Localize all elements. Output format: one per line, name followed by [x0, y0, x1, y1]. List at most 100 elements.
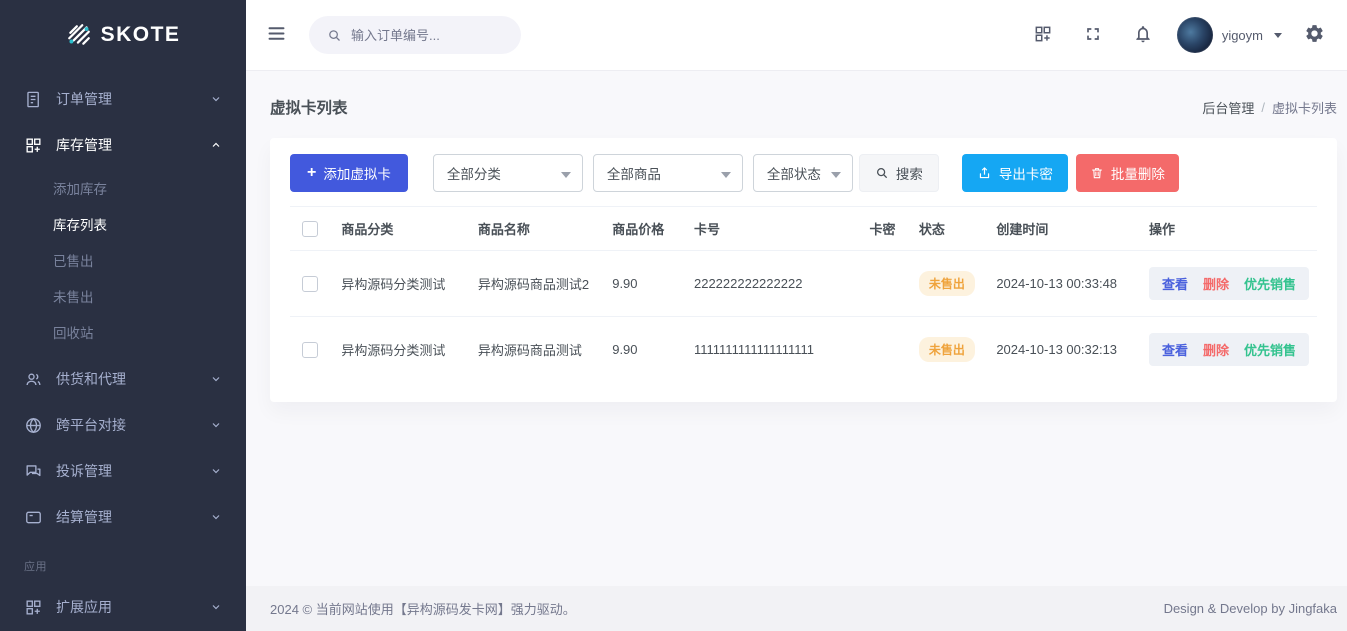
filter-category-value: 全部分类 — [447, 163, 501, 183]
row-actions: 查看 删除 优先销售 — [1149, 333, 1309, 366]
filter-category-select[interactable]: 全部分类 — [433, 154, 583, 192]
sidebar: SKOTE 订单管理 库存管理 — [0, 0, 246, 631]
main-content: 虚拟卡列表 后台管理 / 虚拟卡列表 + 添加虚拟卡 全部分类 全部商品 — [246, 70, 1347, 586]
sidebar-item-orders[interactable]: 订单管理 — [0, 76, 246, 122]
bulk-delete-button[interactable]: 批量删除 — [1076, 154, 1179, 192]
notifications-button[interactable] — [1125, 16, 1161, 55]
row-select-checkbox[interactable] — [302, 342, 318, 358]
view-link[interactable]: 查看 — [1162, 340, 1188, 359]
footer: 2024 © 当前网站使用【异构源码发卡网】强力驱动。 Design & Dev… — [246, 586, 1347, 631]
add-virtual-card-button[interactable]: + 添加虚拟卡 — [290, 154, 408, 192]
col-header-status: 状态 — [911, 207, 989, 251]
status-badge: 未售出 — [919, 271, 975, 296]
grid-plus-icon — [24, 598, 43, 617]
filter-status-value: 全部状态 — [767, 163, 821, 183]
brand-logo-icon — [66, 22, 92, 48]
page-title: 虚拟卡列表 — [270, 96, 348, 118]
filter-status-select[interactable]: 全部状态 — [753, 154, 853, 192]
export-card-keys-button[interactable]: 导出卡密 — [962, 154, 1068, 192]
search-input[interactable] — [351, 28, 503, 43]
chevron-down-icon — [210, 93, 222, 105]
cell-price: 9.90 — [604, 317, 686, 383]
delete-link[interactable]: 删除 — [1203, 340, 1229, 359]
priority-sale-link[interactable]: 优先销售 — [1244, 340, 1296, 359]
search-icon — [327, 28, 342, 43]
user-menu[interactable]: yigoym — [1177, 17, 1282, 53]
cell-card-no: 1111111111111111111 — [686, 317, 861, 383]
cell-product: 异构源码商品测试 — [470, 317, 604, 383]
hamburger-icon — [266, 23, 287, 47]
cell-card-secret — [861, 251, 910, 317]
brand-logo-text: SKOTE — [101, 23, 181, 47]
sidebar-item-settlement[interactable]: 结算管理 — [0, 494, 246, 540]
sidebar-subitem-sold[interactable]: 已售出 — [0, 242, 246, 278]
user-name: yigoym — [1222, 28, 1263, 43]
cell-card-secret — [861, 317, 910, 383]
export-button-label: 导出卡密 — [999, 163, 1053, 183]
settings-button[interactable] — [1296, 15, 1333, 55]
grid-plus-icon — [24, 136, 43, 155]
chevron-down-icon — [210, 601, 222, 613]
sidebar-section-label: 应用 — [0, 540, 246, 584]
sidebar-subitem-stock-list[interactable]: 库存列表 — [0, 206, 246, 242]
menu-toggle-button[interactable] — [258, 15, 295, 55]
chat-icon — [24, 462, 43, 481]
priority-sale-link[interactable]: 优先销售 — [1244, 274, 1296, 293]
cell-created-at: 2024-10-13 00:33:48 — [988, 251, 1141, 317]
breadcrumb-parent[interactable]: 后台管理 — [1202, 98, 1254, 117]
app-root: SKOTE 订单管理 库存管理 — [0, 0, 1347, 631]
row-select-checkbox[interactable] — [302, 276, 318, 292]
chevron-down-icon — [210, 373, 222, 385]
table-row: 异构源码分类测试 异构源码商品测试2 9.90 222222222222222 … — [290, 251, 1317, 317]
sidebar-item-label: 投诉管理 — [56, 461, 197, 481]
search-icon — [875, 166, 889, 180]
plus-icon: + — [307, 165, 316, 181]
sidebar-submenu-stock: 添加库存 库存列表 已售出 未售出 回收站 — [0, 168, 246, 356]
delete-link[interactable]: 删除 — [1203, 274, 1229, 293]
sidebar-item-cross-platform[interactable]: 跨平台对接 — [0, 402, 246, 448]
caret-down-icon — [831, 172, 841, 178]
col-header-created: 创建时间 — [988, 207, 1141, 251]
select-all-checkbox[interactable] — [302, 221, 318, 237]
sidebar-item-extensions[interactable]: 扩展应用 — [0, 584, 246, 630]
cell-card-no: 222222222222222 — [686, 251, 861, 317]
cell-price: 9.90 — [604, 251, 686, 317]
col-header-category: 商品分类 — [333, 207, 470, 251]
invoice-icon — [24, 90, 43, 109]
bulk-delete-label: 批量删除 — [1111, 163, 1165, 183]
sidebar-item-label: 订单管理 — [56, 89, 197, 109]
col-header-card-no: 卡号 — [686, 207, 861, 251]
sidebar-subitem-recycle[interactable]: 回收站 — [0, 314, 246, 350]
trash-icon — [1090, 166, 1104, 180]
virtual-card-table: 商品分类 商品名称 商品价格 卡号 卡密 状态 创建时间 操作 异构源码分类测试 — [290, 206, 1317, 382]
fullscreen-button[interactable] — [1075, 16, 1111, 55]
caret-down-icon — [721, 172, 731, 178]
chevron-down-icon — [210, 465, 222, 477]
sidebar-item-complaints[interactable]: 投诉管理 — [0, 448, 246, 494]
topbar: yigoym — [246, 0, 1347, 70]
bell-icon — [1133, 24, 1153, 47]
globe-icon — [24, 416, 43, 435]
sidebar-item-stock[interactable]: 库存管理 — [0, 122, 246, 168]
sidebar-subitem-add-stock[interactable]: 添加库存 — [0, 170, 246, 206]
search-button[interactable]: 搜索 — [859, 154, 939, 192]
caret-down-icon — [561, 172, 571, 178]
status-badge: 未售出 — [919, 337, 975, 362]
col-header-price: 商品价格 — [604, 207, 686, 251]
avatar — [1177, 17, 1213, 53]
breadcrumb-current: 虚拟卡列表 — [1272, 98, 1337, 117]
sidebar-item-label: 供货和代理 — [56, 369, 197, 389]
filter-product-value: 全部商品 — [607, 163, 661, 183]
cell-product: 异构源码商品测试2 — [470, 251, 604, 317]
users-icon — [24, 370, 43, 389]
apps-button[interactable] — [1025, 16, 1061, 55]
sidebar-item-suppliers[interactable]: 供货和代理 — [0, 356, 246, 402]
export-icon — [977, 166, 992, 181]
view-link[interactable]: 查看 — [1162, 274, 1188, 293]
sidebar-item-label: 跨平台对接 — [56, 415, 197, 435]
filter-product-select[interactable]: 全部商品 — [593, 154, 743, 192]
brand[interactable]: SKOTE — [0, 0, 246, 70]
sidebar-item-label: 库存管理 — [56, 135, 197, 155]
fullscreen-icon — [1083, 24, 1103, 47]
sidebar-subitem-unsold[interactable]: 未售出 — [0, 278, 246, 314]
